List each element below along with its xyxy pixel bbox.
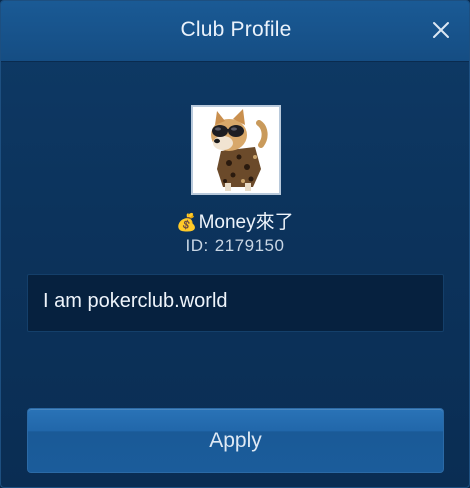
club-description-text: I am pokerclub.world: [43, 290, 228, 312]
club-description-field[interactable]: I am pokerclub.world: [27, 274, 444, 332]
dialog-header: Club Profile: [1, 1, 469, 62]
club-profile-dialog: Club Profile 💰Money來了 ID: 2179150 I am p…: [0, 0, 470, 488]
apply-button[interactable]: Apply: [27, 408, 444, 473]
avatar: [191, 105, 281, 195]
dialog-title: Club Profile: [180, 18, 292, 41]
close-icon: [433, 22, 449, 38]
money-bag-icon: 💰: [176, 213, 198, 232]
user-id-label: ID:: [185, 236, 209, 255]
user-id-value: 2179150: [214, 236, 285, 255]
owner-name-text: Money來了: [198, 212, 294, 233]
user-id: ID: 2179150: [1, 236, 469, 256]
close-button[interactable]: [429, 18, 453, 42]
dog-avatar-icon: [193, 107, 279, 193]
club-owner-name: 💰Money來了: [1, 207, 469, 234]
